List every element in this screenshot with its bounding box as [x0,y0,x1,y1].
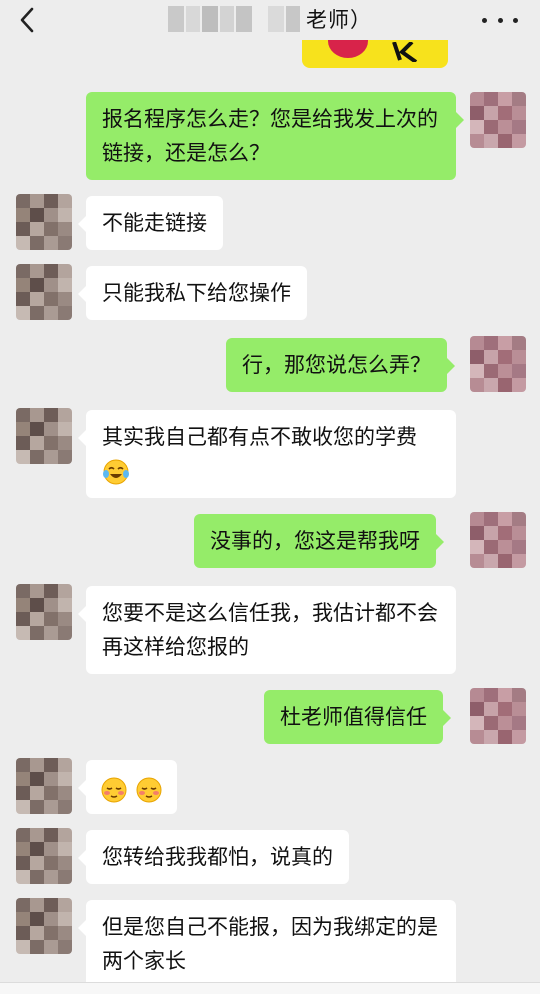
message-bubble-incoming[interactable]: 您要不是这么信任我，我估计都不会再这样给您报的 [78,586,456,674]
message-bubble-outgoing[interactable]: 报名程序怎么走？您是给我发上次的链接，还是怎么？ [86,92,464,180]
message-bubble-outgoing[interactable]: 行，那您说怎么弄？ [226,338,455,392]
chat-header: 老师） [0,0,540,40]
chat-title-text: 老师） [306,8,372,32]
contact-avatar[interactable] [16,828,72,884]
self-avatar[interactable] [470,336,526,392]
self-avatar[interactable] [470,688,526,744]
blushing-face-emoji [101,777,127,803]
blurred-name [168,6,300,32]
message-text: 行，那您说怎么弄？ [242,353,431,377]
contact-avatar[interactable] [16,264,72,320]
chevron-left-icon[interactable] [14,6,42,34]
message-text: 您要不是这么信任我，我估计都不会再这样给您报的 [102,601,438,659]
contact-avatar[interactable] [16,584,72,640]
message-text: 您转给我我都怕，说真的 [102,845,333,869]
sticker-image[interactable] [302,40,448,68]
self-avatar[interactable] [470,512,526,568]
message-text: 其实我自己都有点不敢收您的学费 [102,425,417,449]
input-bar[interactable] [0,982,540,994]
message-bubble-incoming[interactable]: 您转给我我都怕，说真的 [78,830,349,884]
contact-avatar[interactable] [16,194,72,250]
more-dots-icon[interactable] [482,6,518,34]
message-text: 但是您自己不能报，因为我绑定的是两个家长 [102,915,438,973]
contact-avatar[interactable] [16,758,72,814]
contact-avatar[interactable] [16,408,72,464]
message-bubble-incoming[interactable]: 不能走链接 [78,196,223,250]
message-text: 只能我私下给您操作 [102,281,291,305]
blushing-face-emoji [136,777,162,803]
message-bubble-incoming[interactable]: 只能我私下给您操作 [78,266,307,320]
message-bubble-incoming[interactable]: 但是您自己不能报，因为我绑定的是两个家长 [78,900,456,988]
contact-avatar[interactable] [16,898,72,954]
self-avatar[interactable] [470,92,526,148]
message-bubble-outgoing[interactable]: 杜老师值得信任 [264,690,451,744]
message-text: 杜老师值得信任 [280,705,427,729]
message-text: 报名程序怎么走？您是给我发上次的链接，还是怎么？ [102,107,438,165]
message-text: 不能走链接 [102,211,207,235]
tears-of-joy-emoji [103,459,129,485]
message-bubble-incoming[interactable] [78,760,177,814]
message-bubble-outgoing[interactable]: 没事的，您这是帮我呀 [194,514,444,568]
chat-title: 老师） [168,4,372,34]
message-text: 没事的，您这是帮我呀 [210,529,420,553]
message-bubble-incoming[interactable]: 其实我自己都有点不敢收您的学费 [78,410,456,498]
